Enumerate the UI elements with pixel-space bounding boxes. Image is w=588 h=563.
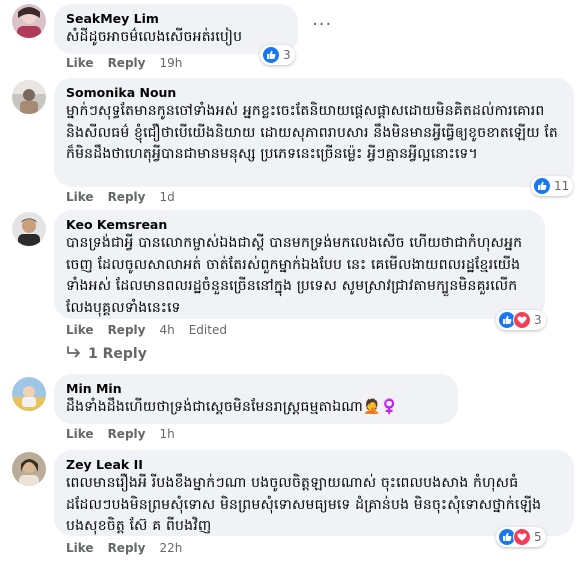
reply-button[interactable]: Reply [108, 541, 146, 555]
comment-bubble: Somonika Noun ម្នាក់ៗសុទ្ធតែមានកូនចៅទាំង… [54, 78, 574, 187]
like-button[interactable]: Like [66, 541, 94, 555]
comment-bubble: SeakMey Lim សំដីដូចអាចម៌លេងសើចអត់របៀប [54, 4, 298, 54]
reaction-summary[interactable]: 5 [496, 527, 546, 547]
reaction-count: 3 [534, 313, 542, 327]
like-icon [533, 177, 551, 195]
like-button[interactable]: Like [66, 56, 94, 70]
avatar[interactable] [12, 4, 46, 38]
like-icon [262, 46, 280, 64]
reply-button[interactable]: Reply [108, 427, 146, 441]
reply-button[interactable]: Reply [108, 56, 146, 70]
reaction-count: 5 [534, 530, 542, 544]
comment-author[interactable]: Somonika Noun [66, 85, 562, 101]
comment-bubble: Zey Leak II ពេលមានរឿងអី រីបងខឹងម្នាក់ៗណា… [54, 450, 574, 536]
love-icon [513, 311, 531, 329]
timestamp[interactable]: 1d [159, 190, 174, 204]
replies-count-label[interactable]: 1 Reply [88, 346, 147, 362]
comment-actions: Like Reply 4h Edited [66, 323, 227, 337]
comment-actions: Like Reply 19h [66, 56, 182, 70]
comment-author[interactable]: SeakMey Lim [66, 11, 286, 27]
timestamp[interactable]: 19h [159, 56, 182, 70]
comment-bubble: Min Min ដឹងទាំងដឹងហើយថាទ្រង់ជាស្ដេចមិនមែ… [54, 374, 458, 424]
like-button[interactable]: Like [66, 323, 94, 337]
comment-text: ដឹងទាំងដឹងហើយថាទ្រង់ជាស្ដេចមិនមែនរាស្ត្រ… [66, 399, 399, 415]
more-options-icon[interactable]: ··· [312, 16, 332, 34]
reply-arrow-icon [66, 346, 82, 362]
comment-text: ពេលមានរឿងអី រីបងខឹងម្នាក់ៗណា បងចូលចិត្តឡ… [66, 475, 542, 534]
comment-text: បានទ្រង់ជាអ្វី បានលោកម្ចាស់ឯងជាស្ដី បានម… [66, 235, 523, 316]
comment-author[interactable]: Min Min [66, 381, 446, 397]
timestamp[interactable]: 22h [159, 541, 182, 555]
avatar[interactable] [12, 80, 46, 114]
avatar[interactable] [12, 212, 46, 246]
comment-actions: Like Reply 1d [66, 190, 175, 204]
edited-label[interactable]: Edited [189, 323, 227, 337]
reaction-count: 11 [554, 179, 570, 193]
like-button[interactable]: Like [66, 427, 94, 441]
like-button[interactable]: Like [66, 190, 94, 204]
reaction-summary[interactable]: 11 [531, 176, 574, 196]
view-replies-link[interactable]: 1 Reply [66, 346, 147, 362]
comment-actions: Like Reply 1h [66, 427, 175, 441]
comment-author[interactable]: Zey Leak II [66, 457, 562, 473]
comment-text: សំដីដូចអាចម៌លេងសើចអត់របៀប [66, 29, 243, 45]
comment-text: ម្នាក់ៗសុទ្ធតែមានកូនចៅទាំងអស់ អ្នកខ្លះចេ… [66, 103, 558, 162]
reply-button[interactable]: Reply [108, 323, 146, 337]
reaction-summary[interactable]: 3 [496, 310, 546, 330]
avatar[interactable] [12, 377, 46, 411]
reply-button[interactable]: Reply [108, 190, 146, 204]
timestamp[interactable]: 1h [159, 427, 174, 441]
comment-actions: Like Reply 22h [66, 541, 182, 555]
reaction-count: 3 [283, 48, 291, 62]
avatar[interactable] [12, 452, 46, 486]
comment-bubble: Keo Kemsrean បានទ្រង់ជាអ្វី បានលោកម្ចាស់… [54, 210, 545, 319]
comment-author[interactable]: Keo Kemsrean [66, 217, 533, 233]
timestamp[interactable]: 4h [159, 323, 174, 337]
reaction-summary[interactable]: 3 [260, 45, 295, 65]
love-icon [513, 528, 531, 546]
